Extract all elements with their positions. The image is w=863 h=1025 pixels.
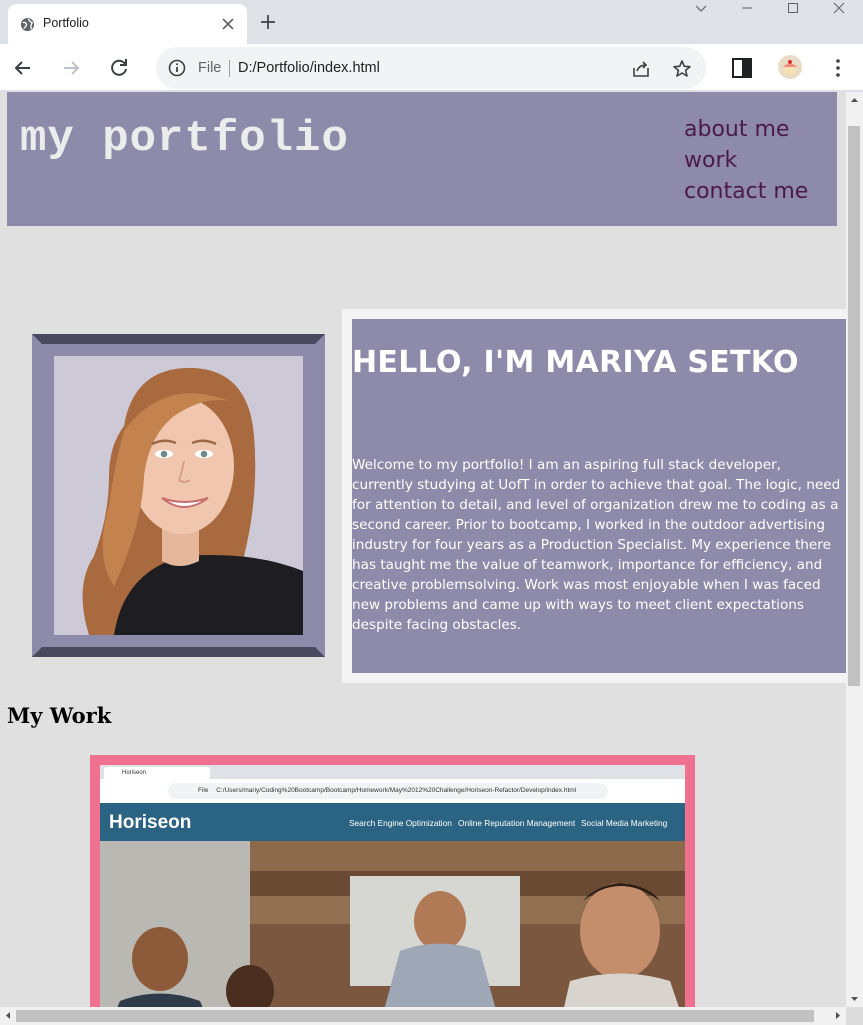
screenshot-hero-image	[100, 841, 685, 1007]
close-tab-icon[interactable]	[218, 14, 238, 34]
site-header: my portfolio about me work contact me	[7, 92, 837, 226]
address-bar[interactable]: File D:/Portfolio/index.html	[156, 47, 706, 89]
screenshot-url: C:/Users/mariy/Coding%20Bootcamp/Bootcam…	[216, 787, 577, 794]
tab-strip: Portfolio	[0, 0, 863, 44]
scrollbar-corner	[846, 1007, 863, 1025]
nav-link-work[interactable]: work	[684, 145, 808, 176]
work-project-card[interactable]: Horiseon File C:/Users/mariy/Coding%20Bo…	[90, 755, 695, 1007]
browser-toolbar: File D:/Portfolio/index.html	[0, 44, 863, 91]
new-tab-icon[interactable]	[257, 11, 279, 33]
screenshot-tab: Horiseon	[104, 767, 210, 779]
vertical-scroll-thumb[interactable]	[848, 126, 860, 686]
about-section: HELLO, I'M MARIYA SETKO Welcome to my po…	[342, 309, 846, 683]
scroll-down-arrow-icon[interactable]	[850, 994, 859, 1003]
site-nav: about me work contact me	[684, 114, 808, 207]
vertical-scrollbar[interactable]	[846, 92, 863, 1007]
screenshot-tab-strip: Horiseon	[100, 765, 685, 779]
horizontal-scroll-thumb[interactable]	[16, 1010, 814, 1022]
side-panel-icon[interactable]	[728, 54, 756, 82]
share-icon[interactable]	[630, 58, 652, 80]
site-info-icon[interactable]	[168, 59, 186, 77]
team-meeting-photo	[100, 841, 685, 1007]
tab-title: Portfolio	[43, 16, 89, 30]
project-screenshot[interactable]: Horiseon File C:/Users/mariy/Coding%20Bo…	[100, 765, 685, 1007]
reload-icon[interactable]	[105, 54, 133, 82]
scroll-right-arrow-icon[interactable]	[833, 1011, 842, 1020]
site-title: my portfolio	[20, 114, 349, 164]
tab-portfolio[interactable]: Portfolio	[8, 4, 247, 44]
more-menu-icon[interactable]	[824, 54, 852, 82]
scroll-left-arrow-icon[interactable]	[4, 1011, 13, 1020]
horizontal-scrollbar[interactable]	[0, 1007, 863, 1025]
screenshot-nav-orm: Online Reputation Management	[458, 818, 576, 828]
scroll-up-arrow-icon[interactable]	[850, 96, 859, 105]
forward-arrow-icon[interactable]	[57, 54, 85, 82]
url-scheme-label: File	[198, 60, 222, 76]
profile-avatar[interactable]	[778, 55, 802, 79]
profile-cake-icon	[783, 60, 797, 74]
url-divider	[229, 60, 230, 77]
page-viewport: my portfolio about me work contact me HE…	[0, 92, 846, 1007]
profile-photo	[54, 356, 303, 635]
nav-link-contact-me[interactable]: contact me	[684, 176, 808, 207]
about-heading: HELLO, I'M MARIYA SETKO	[352, 345, 799, 380]
portrait-illustration	[54, 356, 303, 635]
url-text[interactable]: D:/Portfolio/index.html	[238, 60, 380, 76]
screenshot-toolbar: File C:/Users/mariy/Coding%20Bootcamp/Bo…	[100, 779, 685, 803]
minimize-icon[interactable]	[724, 0, 770, 30]
screenshot-address-bar: File C:/Users/mariy/Coding%20Bootcamp/Bo…	[168, 783, 608, 799]
screenshot-site-header: Horiseon Search Engine Optimization Onli…	[100, 803, 685, 841]
bookmark-star-icon[interactable]	[671, 58, 693, 80]
screenshot-nav-seo: Search Engine Optimization	[349, 818, 452, 828]
work-heading: My Work	[7, 703, 112, 728]
close-window-icon[interactable]	[816, 0, 862, 30]
about-paragraph: Welcome to my portfolio! I am an aspirin…	[352, 457, 841, 633]
maximize-icon[interactable]	[770, 0, 816, 30]
portrait-frame	[32, 334, 325, 657]
screenshot-url-scheme: File	[198, 787, 209, 794]
back-arrow-icon[interactable]	[9, 54, 37, 82]
screenshot-nav-smm: Social Media Marketing	[581, 818, 668, 828]
tab-search-chevron-icon[interactable]	[678, 0, 724, 30]
globe-icon	[20, 17, 35, 32]
nav-link-about-me[interactable]: about me	[684, 114, 808, 145]
about-panel: HELLO, I'M MARIYA SETKO Welcome to my po…	[352, 319, 846, 673]
screenshot-logo: Horiseon	[109, 812, 192, 833]
